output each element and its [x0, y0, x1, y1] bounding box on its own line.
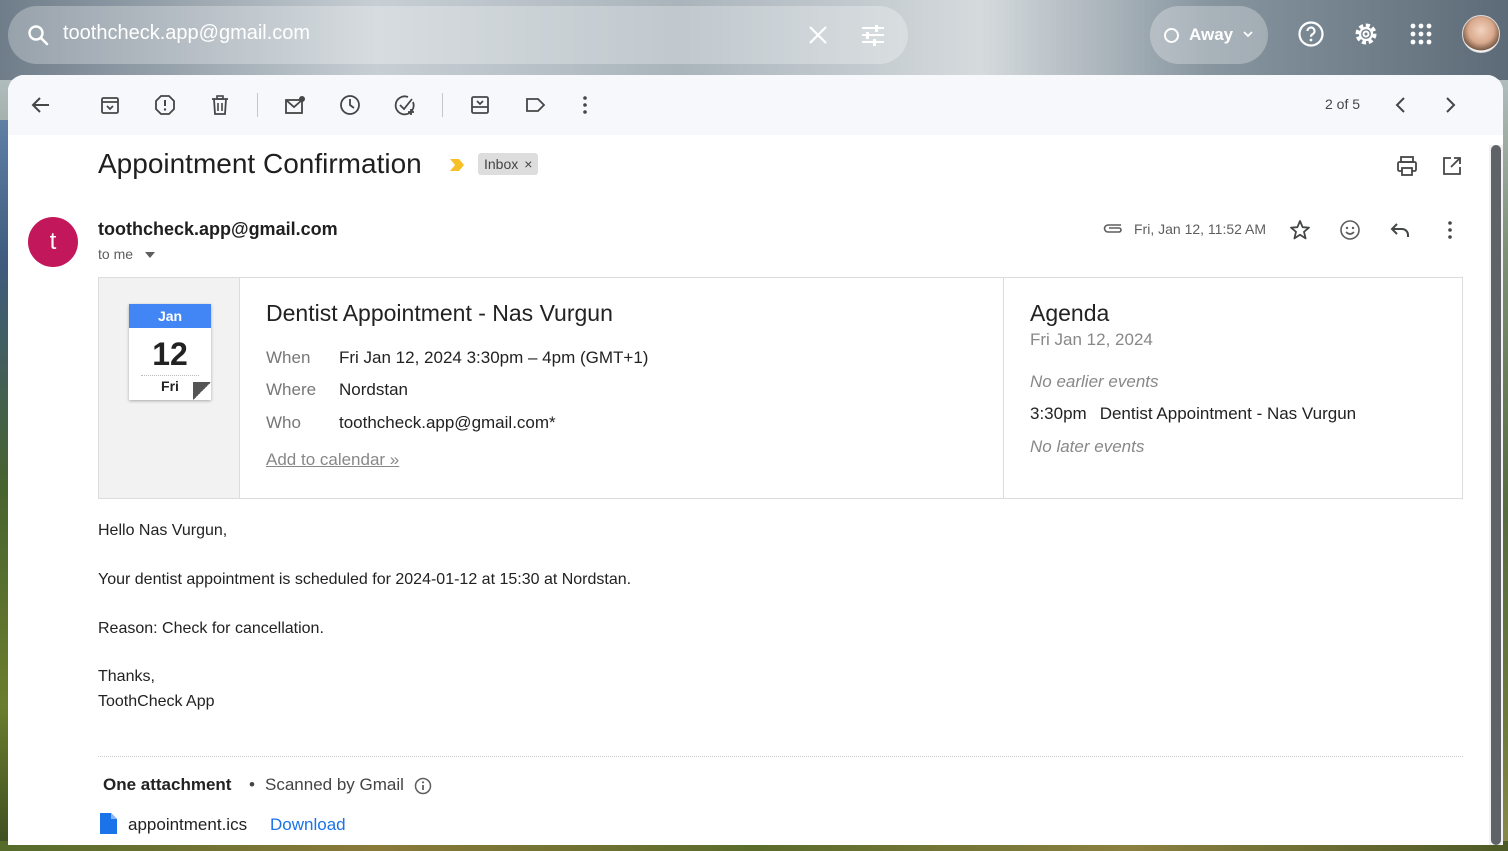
- snooze-clock-icon[interactable]: [339, 94, 361, 116]
- file-icon: [100, 813, 117, 834]
- toolbar-divider: [257, 93, 258, 117]
- gear-icon[interactable]: [1352, 20, 1380, 48]
- status-away-button[interactable]: Away: [1150, 6, 1268, 64]
- attachment-file-name[interactable]: appointment.ics: [128, 815, 247, 835]
- scrollbar-thumb[interactable]: [1491, 145, 1501, 845]
- attachment-divider: [98, 756, 1463, 757]
- agenda-no-earlier: No earlier events: [1030, 372, 1159, 391]
- reply-icon[interactable]: [1389, 219, 1411, 241]
- help-icon[interactable]: [1297, 20, 1325, 48]
- body-thanks: Thanks,: [98, 668, 155, 685]
- when-label: When: [266, 348, 311, 367]
- agenda-event[interactable]: 3:30pm Dentist Appointment - Nas Vurgun: [1030, 404, 1356, 424]
- chevron-left-icon[interactable]: [1390, 94, 1412, 116]
- more-vert-icon[interactable]: [574, 94, 596, 116]
- who-label: Who: [266, 413, 301, 432]
- agenda-no-later: No later events: [1030, 437, 1145, 456]
- calendar-date-badge: Jan 12 Fri: [129, 304, 211, 400]
- search-icon[interactable]: [26, 23, 50, 47]
- message-date: Fri, Jan 12, 11:52 AM: [1134, 221, 1267, 237]
- message-panel: 2 of 5 Appointment Confirmation Inbox × …: [8, 75, 1503, 845]
- report-spam-icon[interactable]: [154, 94, 176, 116]
- toolbar-divider: [442, 93, 443, 117]
- show-details-caret-icon[interactable]: [145, 252, 155, 258]
- where-value: Nordstan: [339, 380, 408, 399]
- body-appointment-line: Your dentist appointment is scheduled fo…: [98, 571, 632, 588]
- back-arrow-icon[interactable]: [30, 94, 52, 116]
- body-reason-line: Reason: Check for cancellation.: [98, 620, 324, 637]
- label-icon[interactable]: [524, 94, 546, 116]
- calendar-day: 12: [152, 336, 188, 372]
- archive-icon[interactable]: [99, 94, 121, 116]
- open-in-new-window-icon[interactable]: [1441, 155, 1463, 177]
- close-icon[interactable]: [806, 23, 830, 47]
- message-subject: Appointment Confirmation: [98, 148, 422, 179]
- agenda-panel: Agenda Fri Jan 12, 2024 No earlier event…: [1003, 278, 1462, 498]
- move-to-icon[interactable]: [469, 94, 491, 116]
- search-bar[interactable]: toothcheck.app@gmail.com: [8, 6, 908, 64]
- label-chip-text: Inbox: [484, 156, 519, 172]
- mark-unread-icon[interactable]: [284, 94, 306, 116]
- chevron-right-icon[interactable]: [1439, 94, 1461, 116]
- recipient-summary: to me: [98, 246, 134, 262]
- delete-icon[interactable]: [209, 94, 231, 116]
- status-label: Away: [1189, 25, 1234, 44]
- calendar-invite-card: Jan 12 Fri Dentist Appointment - Nas Vur…: [98, 277, 1463, 499]
- agenda-event-time: 3:30pm: [1030, 404, 1087, 423]
- chevron-down-icon: [1243, 31, 1253, 38]
- info-icon[interactable]: [414, 777, 432, 795]
- star-icon[interactable]: [1289, 219, 1311, 241]
- apps-grid-icon[interactable]: [1407, 20, 1435, 48]
- label-chip-inbox: Inbox ×: [478, 153, 539, 175]
- attachment-heading: One attachment: [103, 775, 232, 794]
- agenda-heading: Agenda: [1030, 300, 1110, 326]
- body-signature: ToothCheck App: [98, 693, 215, 710]
- page-curl-icon: [193, 382, 211, 400]
- search-options-icon[interactable]: [860, 23, 886, 47]
- add-to-calendar-link[interactable]: Add to calendar »: [266, 450, 399, 470]
- pager-count: 2 of 5: [1325, 96, 1361, 112]
- search-input[interactable]: toothcheck.app@gmail.com: [63, 22, 310, 45]
- agenda-event-title: Dentist Appointment - Nas Vurgun: [1099, 404, 1357, 423]
- remove-label-button[interactable]: ×: [524, 156, 532, 172]
- message-toolbar: 2 of 5: [8, 75, 1503, 135]
- emoji-reaction-icon[interactable]: [1339, 219, 1361, 241]
- calendar-badge-column: Jan 12 Fri: [99, 278, 240, 498]
- attachment-separator: •: [249, 775, 255, 794]
- agenda-date: Fri Jan 12, 2024: [1030, 330, 1153, 349]
- scanned-by-gmail: Scanned by Gmail: [265, 775, 404, 794]
- status-dot-icon: [1164, 28, 1179, 43]
- sender-name[interactable]: toothcheck.app@gmail.com: [98, 219, 338, 240]
- event-title: Dentist Appointment - Nas Vurgun: [266, 300, 613, 326]
- calendar-month: Jan: [129, 304, 211, 328]
- add-task-icon[interactable]: [394, 94, 416, 116]
- download-link[interactable]: Download: [270, 815, 346, 835]
- who-value: toothcheck.app@gmail.com*: [339, 413, 556, 432]
- sender-avatar[interactable]: t: [28, 217, 78, 267]
- print-icon[interactable]: [1396, 155, 1418, 177]
- importance-marker-icon[interactable]: [448, 157, 466, 173]
- calendar-divider: [141, 375, 199, 376]
- when-value: Fri Jan 12, 2024 3:30pm – 4pm (GMT+1): [339, 348, 649, 367]
- body-greeting: Hello Nas Vurgun,: [98, 522, 228, 539]
- scrollbar[interactable]: [1489, 145, 1503, 845]
- where-label: Where: [266, 380, 317, 399]
- account-avatar[interactable]: [1462, 15, 1500, 53]
- attachment-icon: [1103, 224, 1122, 233]
- more-vert-icon[interactable]: [1439, 219, 1461, 241]
